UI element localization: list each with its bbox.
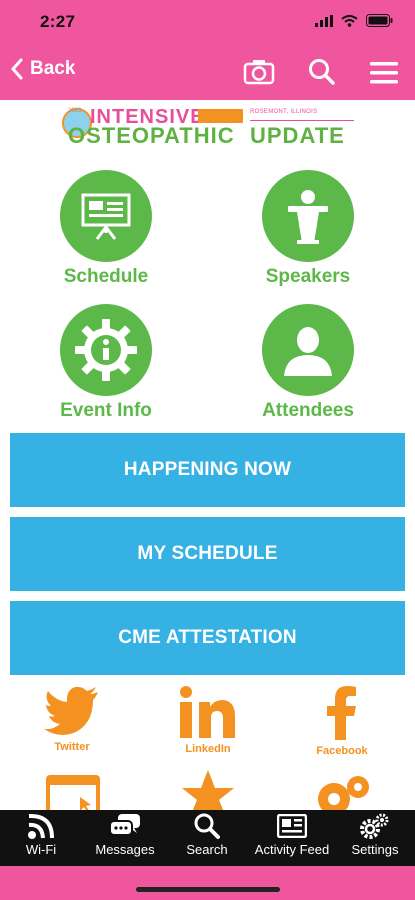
banner-location: ROSEMONT, ILLINOIS <box>250 109 318 115</box>
home-indicator <box>136 887 280 892</box>
tab-label: Search <box>186 842 228 857</box>
event-info-tile[interactable]: Event Info <box>36 304 176 422</box>
twitter-bird-icon <box>44 686 98 735</box>
facebook-icon <box>327 686 356 740</box>
status-bar: 2:27 <box>0 0 415 46</box>
tab-label: Wi-Fi <box>25 842 57 857</box>
podium-speaker-icon <box>262 170 354 262</box>
battery-icon <box>366 14 393 32</box>
tab-label: Messages <box>95 842 155 857</box>
nav-bar: Back <box>0 46 415 100</box>
bottom-strip <box>0 866 415 900</box>
linkedin-link[interactable]: LinkedIn <box>158 686 258 755</box>
tile-label: Attendees <box>262 400 354 421</box>
banner-line3: UPDATE <box>250 123 345 148</box>
tile-label: Event Info <box>60 400 152 421</box>
speakers-tile[interactable]: Speakers <box>238 170 378 288</box>
tab-search[interactable]: Search <box>176 810 238 866</box>
tab-activity-feed[interactable]: Activity Feed <box>246 810 338 866</box>
social-label: Twitter <box>54 741 90 753</box>
messages-icon <box>86 810 164 842</box>
happening-now-button[interactable]: HAPPENING NOW <box>10 433 405 507</box>
wifi-status-icon <box>341 14 358 32</box>
back-label: Back <box>30 58 76 79</box>
menu-icon[interactable] <box>370 62 398 89</box>
status-icons <box>315 14 393 32</box>
banner-divider <box>250 120 354 121</box>
bottom-tab-bar: Wi-Fi Messages Search Activity Feed Sett… <box>0 810 415 866</box>
banner-line2: OSTEOPATHIC <box>68 123 235 148</box>
facebook-link[interactable]: Facebook <box>292 686 392 757</box>
linkedin-icon <box>180 686 235 738</box>
tile-label: Speakers <box>265 266 351 287</box>
schedule-tile[interactable]: Schedule <box>36 170 176 288</box>
banner-year: 2023 <box>68 108 82 114</box>
activity-feed-icon <box>246 810 338 842</box>
tab-wifi[interactable]: Wi-Fi <box>6 810 76 866</box>
search-icon <box>176 810 238 842</box>
social-label: Facebook <box>316 745 368 757</box>
presentation-board-icon <box>60 170 152 262</box>
tab-label: Settings <box>351 842 399 857</box>
status-time: 2:27 <box>40 12 76 31</box>
wifi-icon <box>6 810 76 842</box>
attendees-tile[interactable]: Attendees <box>238 304 378 422</box>
camera-icon[interactable] <box>243 58 275 91</box>
tab-label: Activity Feed <box>254 842 330 857</box>
back-button[interactable]: Back <box>10 58 75 80</box>
cme-attestation-button[interactable]: CME ATTESTATION <box>10 601 405 675</box>
signal-icon <box>315 14 333 32</box>
twitter-link[interactable]: Twitter <box>22 686 122 753</box>
search-icon[interactable] <box>308 58 336 91</box>
chevron-left-icon <box>11 58 23 80</box>
tab-settings[interactable]: Settings <box>344 810 406 866</box>
my-schedule-button[interactable]: MY SCHEDULE <box>10 517 405 591</box>
tab-messages[interactable]: Messages <box>86 810 164 866</box>
banner-date-tag <box>198 109 243 123</box>
person-silhouette-icon <box>262 304 354 396</box>
tile-label: Schedule <box>63 266 149 287</box>
info-gear-icon <box>60 304 152 396</box>
settings-icon <box>344 810 406 842</box>
social-label: LinkedIn <box>185 743 231 755</box>
